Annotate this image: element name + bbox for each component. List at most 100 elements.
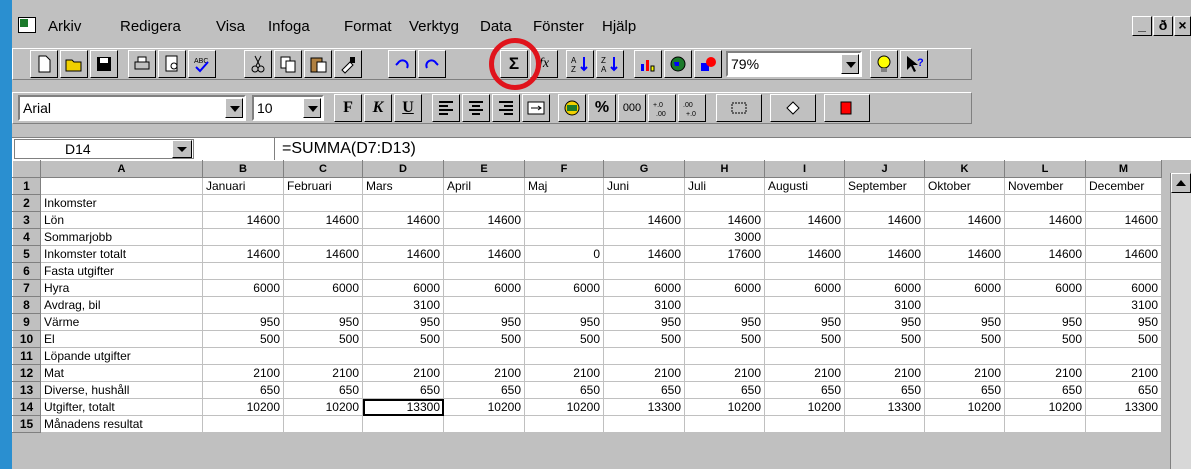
column-header[interactable]: G bbox=[603, 160, 685, 178]
cell[interactable]: Utgifter, totalt bbox=[40, 398, 203, 416]
cell[interactable]: Inkomster totalt bbox=[40, 245, 203, 263]
scroll-up-icon[interactable] bbox=[1171, 173, 1191, 193]
cell[interactable]: Januari bbox=[202, 177, 284, 195]
cell[interactable]: Oktober bbox=[924, 177, 1005, 195]
cell[interactable]: Inkomster bbox=[40, 194, 203, 212]
row-header[interactable]: 8 bbox=[12, 296, 41, 314]
column-header[interactable]: H bbox=[684, 160, 765, 178]
cell[interactable] bbox=[362, 194, 444, 212]
cell[interactable] bbox=[1085, 262, 1162, 280]
cell[interactable] bbox=[283, 347, 363, 365]
cell[interactable] bbox=[924, 194, 1005, 212]
restore-button[interactable]: ð bbox=[1153, 16, 1173, 36]
cell[interactable] bbox=[684, 194, 765, 212]
cell[interactable]: 14600 bbox=[844, 245, 925, 263]
cell[interactable] bbox=[764, 228, 845, 246]
borders-button[interactable] bbox=[716, 94, 762, 122]
chart-wizard-button[interactable] bbox=[634, 50, 662, 78]
cell[interactable]: 950 bbox=[924, 313, 1005, 331]
cell[interactable]: 950 bbox=[1004, 313, 1086, 331]
cell[interactable]: 650 bbox=[684, 381, 765, 399]
sort-descending-button[interactable]: ZA bbox=[596, 50, 624, 78]
column-header[interactable]: K bbox=[924, 160, 1005, 178]
underline-button[interactable]: U bbox=[394, 94, 422, 122]
font-size-select[interactable]: 10 bbox=[252, 95, 324, 121]
percent-button[interactable]: % bbox=[588, 94, 616, 122]
cell[interactable] bbox=[1004, 296, 1086, 314]
cell[interactable]: 10200 bbox=[524, 398, 604, 416]
cell[interactable]: Lön bbox=[40, 211, 203, 229]
cell[interactable] bbox=[764, 415, 845, 433]
cell[interactable]: 500 bbox=[524, 330, 604, 348]
cell[interactable]: 14600 bbox=[924, 245, 1005, 263]
decrease-decimal-button[interactable]: .00 +.0 bbox=[678, 94, 706, 122]
row-header[interactable]: 13 bbox=[12, 381, 41, 399]
font-select[interactable]: Arial bbox=[18, 95, 246, 121]
row-header[interactable]: 9 bbox=[12, 313, 41, 331]
cell[interactable]: 3100 bbox=[1085, 296, 1162, 314]
cell[interactable]: 10200 bbox=[283, 398, 363, 416]
cell[interactable] bbox=[283, 228, 363, 246]
minimize-button[interactable]: _ bbox=[1132, 16, 1152, 36]
italic-button[interactable]: K bbox=[364, 94, 392, 122]
chevron-down-icon[interactable] bbox=[841, 54, 859, 74]
column-header[interactable]: I bbox=[764, 160, 845, 178]
cell[interactable] bbox=[443, 347, 525, 365]
cell[interactable]: 14600 bbox=[684, 211, 765, 229]
column-header[interactable]: L bbox=[1004, 160, 1086, 178]
cell[interactable]: 10200 bbox=[202, 398, 284, 416]
column-header[interactable]: D bbox=[362, 160, 444, 178]
row-header[interactable]: 5 bbox=[12, 245, 41, 263]
cell[interactable]: 14600 bbox=[202, 211, 284, 229]
cell[interactable]: 500 bbox=[1085, 330, 1162, 348]
cell[interactable]: 10200 bbox=[684, 398, 765, 416]
cell[interactable]: 2100 bbox=[283, 364, 363, 382]
document-icon[interactable] bbox=[18, 17, 36, 33]
cell[interactable] bbox=[684, 262, 765, 280]
cell[interactable] bbox=[1004, 228, 1086, 246]
cell[interactable]: Augusti bbox=[764, 177, 845, 195]
cell[interactable]: 3100 bbox=[844, 296, 925, 314]
row-header[interactable]: 11 bbox=[12, 347, 41, 365]
cell[interactable] bbox=[1085, 415, 1162, 433]
tip-wizard-button[interactable] bbox=[870, 50, 898, 78]
align-left-button[interactable] bbox=[432, 94, 460, 122]
cell[interactable]: 14600 bbox=[1004, 245, 1086, 263]
column-header[interactable]: E bbox=[443, 160, 525, 178]
cell[interactable]: 6000 bbox=[283, 279, 363, 297]
cell[interactable]: 14600 bbox=[764, 245, 845, 263]
chevron-down-icon[interactable] bbox=[172, 140, 192, 158]
row-header[interactable]: 12 bbox=[12, 364, 41, 382]
undo-button[interactable] bbox=[388, 50, 416, 78]
cell[interactable]: 17600 bbox=[684, 245, 765, 263]
cell[interactable]: Månadens resultat bbox=[40, 415, 203, 433]
vertical-scrollbar[interactable] bbox=[1170, 173, 1191, 469]
row-header[interactable]: 2 bbox=[12, 194, 41, 212]
cell[interactable]: 950 bbox=[202, 313, 284, 331]
cell[interactable]: 6000 bbox=[443, 279, 525, 297]
cell[interactable] bbox=[443, 228, 525, 246]
cell[interactable]: 650 bbox=[1004, 381, 1086, 399]
cell[interactable]: 2100 bbox=[924, 364, 1005, 382]
cell[interactable]: 950 bbox=[603, 313, 685, 331]
cell[interactable]: 650 bbox=[524, 381, 604, 399]
cell[interactable] bbox=[603, 347, 685, 365]
cell[interactable]: December bbox=[1085, 177, 1162, 195]
close-button[interactable]: × bbox=[1174, 16, 1191, 36]
cell[interactable] bbox=[1085, 194, 1162, 212]
cell[interactable]: 14600 bbox=[362, 211, 444, 229]
cell[interactable]: 950 bbox=[362, 313, 444, 331]
cell[interactable] bbox=[443, 262, 525, 280]
cell[interactable]: 2100 bbox=[202, 364, 284, 382]
cell[interactable]: 13300 bbox=[1085, 398, 1162, 416]
cell[interactable]: 2100 bbox=[524, 364, 604, 382]
cell[interactable] bbox=[1085, 228, 1162, 246]
cell[interactable]: April bbox=[443, 177, 525, 195]
menu-hjalp[interactable]: Hjälp bbox=[602, 18, 636, 35]
cell[interactable]: 6000 bbox=[684, 279, 765, 297]
cell[interactable]: Mars bbox=[362, 177, 444, 195]
cell[interactable] bbox=[684, 415, 765, 433]
cell[interactable]: Värme bbox=[40, 313, 203, 331]
cell[interactable]: 950 bbox=[443, 313, 525, 331]
cell[interactable]: 14600 bbox=[1004, 211, 1086, 229]
